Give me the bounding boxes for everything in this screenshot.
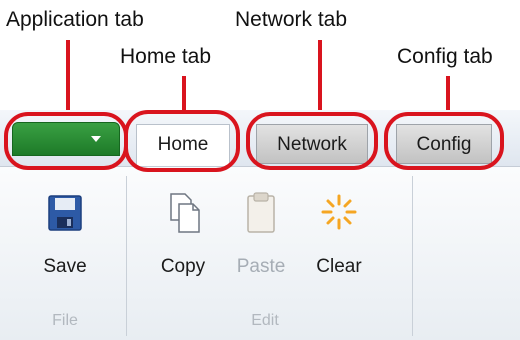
copy-label: Copy <box>160 256 206 277</box>
group-label-edit: Edit <box>251 312 279 329</box>
copy-icon <box>170 193 200 233</box>
callout-network-tab: Network tab <box>235 8 348 31</box>
paste-label: Paste <box>236 256 286 277</box>
clipboard-icon <box>247 192 275 233</box>
callout-application-tab: Application tab <box>6 8 144 31</box>
save-label: Save <box>43 256 87 277</box>
group-label-file: File <box>52 312 78 329</box>
annotated-ribbon-figure: Application tab Network tab Home tab Con… <box>0 0 520 340</box>
paste-button[interactable]: Paste <box>222 186 300 294</box>
copy-button[interactable]: Copy <box>144 186 222 294</box>
callout-line-network <box>318 40 322 116</box>
group-separator <box>412 176 413 336</box>
floppy-disk-icon <box>48 195 82 231</box>
highlight-network-tab <box>246 112 378 170</box>
save-button[interactable]: Save <box>26 186 104 294</box>
clear-button[interactable]: Clear <box>300 186 378 294</box>
highlight-application-tab <box>4 112 128 170</box>
group-separator <box>126 176 127 336</box>
highlight-config-tab <box>384 112 504 170</box>
callout-config-tab: Config tab <box>397 45 493 68</box>
callout-home-tab: Home tab <box>120 45 212 68</box>
clear-label: Clear <box>316 256 362 277</box>
callout-line-application <box>66 40 70 116</box>
sparkle-icon <box>321 194 357 230</box>
highlight-home-tab <box>124 110 240 172</box>
